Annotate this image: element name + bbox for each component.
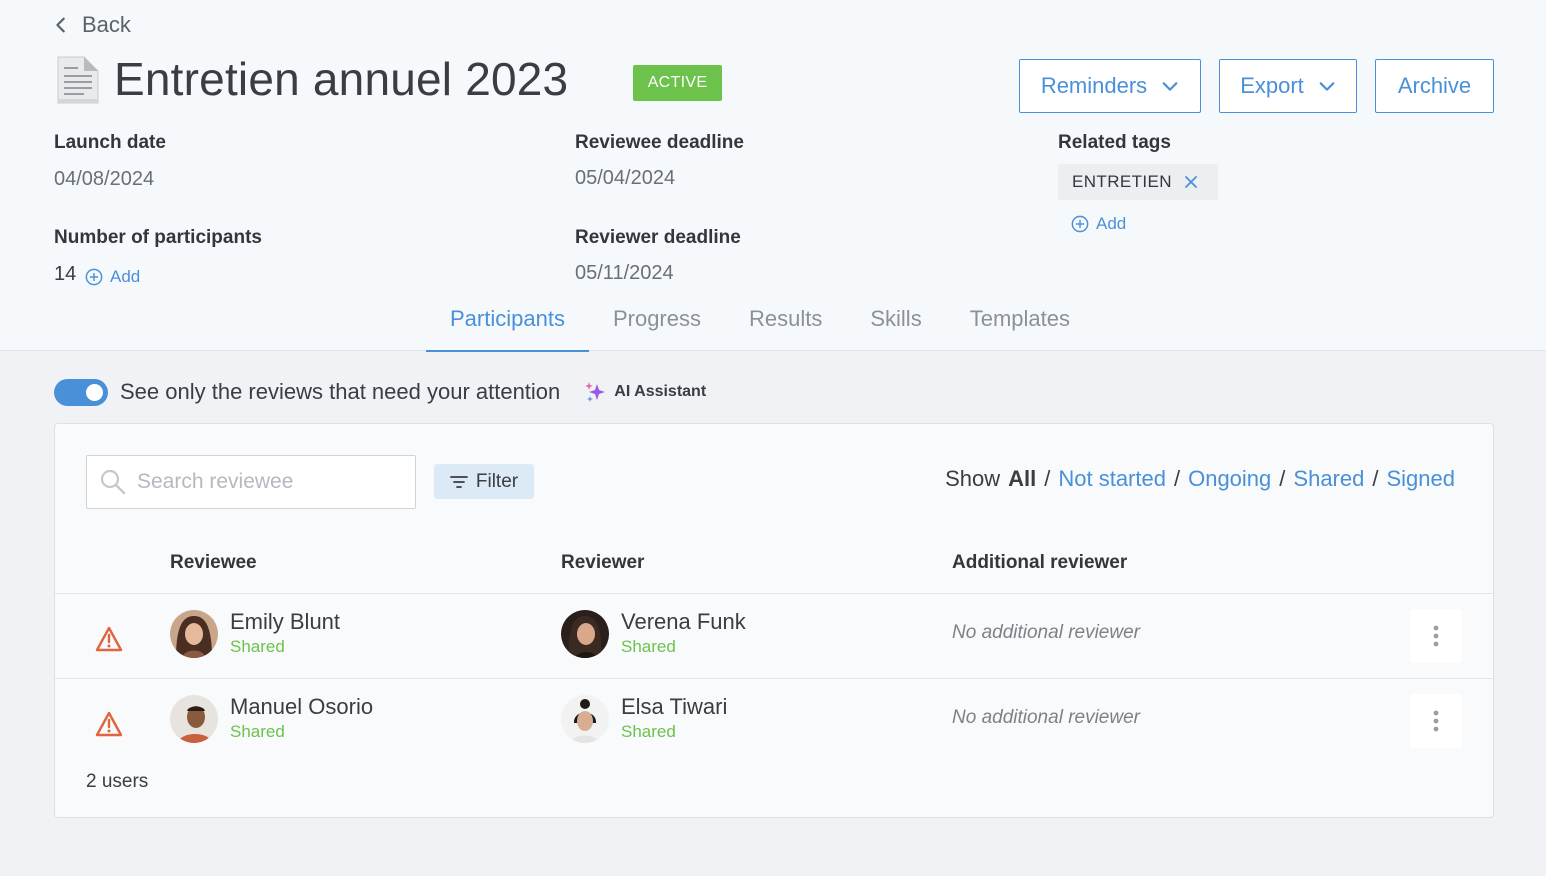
archive-button[interactable]: Archive bbox=[1375, 59, 1494, 113]
user-count: 2 users bbox=[86, 771, 149, 792]
tab-results[interactable]: Results bbox=[725, 296, 846, 352]
additional-reviewer-cell: No additional reviewer bbox=[952, 622, 1140, 643]
reviewee-deadline-label: Reviewee deadline bbox=[575, 132, 744, 153]
reminders-button[interactable]: Reminders bbox=[1019, 59, 1201, 113]
search-icon bbox=[100, 469, 126, 495]
tab-templates[interactable]: Templates bbox=[946, 296, 1094, 352]
launch-date-value: 04/08/2024 bbox=[54, 168, 155, 190]
attention-toggle[interactable] bbox=[54, 378, 108, 406]
reviewee-status: Shared bbox=[230, 637, 285, 656]
show-not-started-option[interactable]: Not started bbox=[1058, 466, 1166, 492]
export-label: Export bbox=[1240, 73, 1304, 98]
related-tags-label: Related tags bbox=[1058, 132, 1171, 153]
reviewee-name: Emily Blunt bbox=[230, 609, 341, 634]
back-label: Back bbox=[82, 12, 131, 37]
column-header-reviewee[interactable]: Reviewee bbox=[170, 552, 257, 574]
tag-label: ENTRETIEN bbox=[1072, 172, 1172, 191]
show-all-option[interactable]: All bbox=[1008, 466, 1036, 492]
reviewee-status: Shared bbox=[230, 722, 285, 741]
participants-label: Number of participants bbox=[54, 227, 262, 248]
attention-filter-row: See only the reviews that need your atte… bbox=[54, 376, 706, 408]
page-title: Entretien annuel 2023 bbox=[114, 53, 569, 105]
avatar bbox=[170, 610, 218, 658]
ai-assistant-button[interactable]: AI Assistant bbox=[584, 380, 706, 404]
row-menu-button[interactable] bbox=[1410, 609, 1462, 663]
add-participant-label: Add bbox=[110, 267, 141, 286]
export-button[interactable]: Export bbox=[1219, 59, 1357, 113]
table-row[interactable]: Manuel Osorio Shared Elsa Tiwari Shared … bbox=[55, 678, 1493, 763]
column-header-reviewer[interactable]: Reviewer bbox=[561, 552, 644, 574]
reviewer-status: Shared bbox=[621, 722, 676, 741]
avatar-manuel bbox=[170, 695, 218, 743]
tab-bar: Participants Progress Results Skills Tem… bbox=[426, 296, 1094, 352]
chevron-down-icon bbox=[1162, 82, 1178, 91]
status-filter: Show All / Not started / Ongoing / Share… bbox=[945, 466, 1455, 492]
avatar-elsa bbox=[561, 695, 609, 743]
sparkles-icon bbox=[585, 382, 606, 402]
filter-label: Filter bbox=[475, 470, 519, 492]
reviewer-status: Shared bbox=[621, 637, 676, 656]
close-icon[interactable] bbox=[1184, 175, 1198, 189]
reminders-label: Reminders bbox=[1040, 73, 1148, 98]
search-input[interactable] bbox=[137, 470, 397, 494]
add-tag-label: Add bbox=[1096, 214, 1127, 233]
avatar bbox=[561, 695, 609, 743]
reviewer-deadline-value: 05/11/2024 bbox=[575, 262, 674, 284]
add-participant-link[interactable]: Add bbox=[85, 267, 140, 287]
plus-circle-icon bbox=[1071, 215, 1089, 233]
column-header-additional-reviewer[interactable]: Additional reviewer bbox=[952, 552, 1127, 574]
tag-chip: ENTRETIEN bbox=[1058, 164, 1218, 200]
reviewee-cell[interactable]: Emily Blunt Shared bbox=[170, 609, 340, 658]
attention-toggle-label: See only the reviews that need your atte… bbox=[120, 379, 561, 404]
show-shared-option[interactable]: Shared bbox=[1293, 466, 1364, 492]
reviewer-cell[interactable]: Elsa Tiwari Shared bbox=[561, 694, 727, 743]
avatar-emily bbox=[170, 610, 218, 658]
tab-skills[interactable]: Skills bbox=[846, 296, 945, 352]
show-signed-option[interactable]: Signed bbox=[1386, 466, 1455, 492]
avatar-verena bbox=[561, 610, 609, 658]
search-box bbox=[86, 455, 416, 509]
reviewee-cell[interactable]: Manuel Osorio Shared bbox=[170, 694, 373, 743]
more-vertical-icon bbox=[1433, 625, 1439, 647]
add-tag-link[interactable]: Add bbox=[1071, 214, 1126, 234]
reviewer-deadline-label: Reviewer deadline bbox=[575, 227, 741, 248]
row-menu-button[interactable] bbox=[1410, 694, 1462, 748]
archive-label: Archive bbox=[1397, 73, 1472, 98]
reviewer-name: Elsa Tiwari bbox=[621, 694, 728, 719]
back-link[interactable]: Back bbox=[52, 10, 131, 40]
filter-icon bbox=[449, 475, 468, 488]
chevron-down-icon bbox=[1319, 82, 1335, 91]
ai-assistant-label: AI Assistant bbox=[614, 383, 707, 400]
reviewer-cell[interactable]: Verena Funk Shared bbox=[561, 609, 746, 658]
show-ongoing-option[interactable]: Ongoing bbox=[1188, 466, 1271, 492]
tab-participants[interactable]: Participants bbox=[426, 296, 589, 352]
status-badge: ACTIVE bbox=[633, 65, 722, 101]
launch-date-label: Launch date bbox=[54, 132, 166, 153]
participants-value: 14 bbox=[54, 263, 77, 285]
campaign-header: Back Entretien annuel 2023 ACTIVE Remind… bbox=[0, 0, 1546, 352]
warning-triangle-icon bbox=[95, 711, 123, 737]
show-prefix: Show bbox=[945, 466, 1001, 491]
warning-triangle-icon bbox=[95, 626, 123, 652]
reviewee-deadline-value: 05/04/2024 bbox=[575, 167, 676, 189]
document-icon bbox=[57, 56, 99, 104]
avatar bbox=[170, 695, 218, 743]
filter-button[interactable]: Filter bbox=[434, 464, 534, 499]
table-row[interactable]: Emily Blunt Shared Verena Funk Shared No… bbox=[55, 593, 1493, 678]
chevron-left-icon bbox=[56, 17, 65, 33]
tab-progress[interactable]: Progress bbox=[589, 296, 725, 352]
plus-circle-icon bbox=[85, 268, 103, 286]
reviewer-name: Verena Funk bbox=[621, 609, 746, 634]
avatar bbox=[561, 610, 609, 658]
reviewee-name: Manuel Osorio bbox=[230, 694, 374, 719]
additional-reviewer-cell: No additional reviewer bbox=[952, 707, 1140, 728]
participants-card: Filter Show All / Not started / Ongoing … bbox=[54, 423, 1494, 818]
more-vertical-icon bbox=[1433, 710, 1439, 732]
